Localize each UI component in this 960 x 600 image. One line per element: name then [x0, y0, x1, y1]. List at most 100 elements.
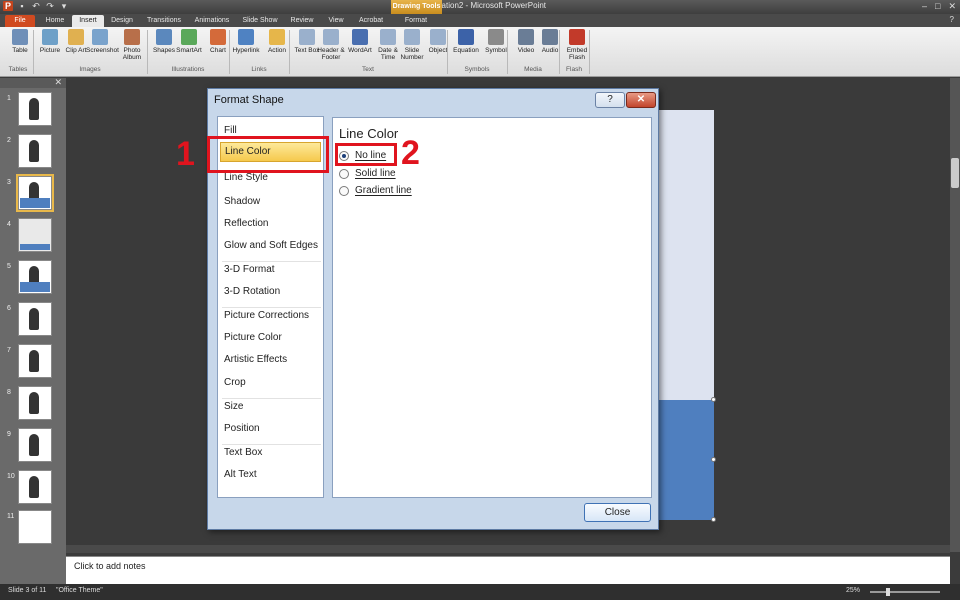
- close-window-icon[interactable]: ✕: [948, 1, 956, 12]
- slide-background[interactable]: [658, 110, 714, 400]
- category-3-d-format[interactable]: 3-D Format: [224, 264, 275, 275]
- help-icon[interactable]: ?: [950, 15, 954, 24]
- category-picture-color[interactable]: Picture Color: [224, 332, 282, 343]
- equation-icon: [458, 29, 474, 45]
- category-3-d-rotation[interactable]: 3-D Rotation: [224, 286, 280, 297]
- category-fill[interactable]: Fill: [224, 125, 237, 136]
- tab-animations[interactable]: Animations: [190, 15, 234, 27]
- video-icon: [518, 29, 534, 45]
- ribbon-group-text: Text: [362, 66, 374, 73]
- slide-thumbnail[interactable]: [18, 510, 52, 544]
- wordart-button[interactable]: WordArt: [346, 29, 374, 54]
- radio-solid-line[interactable]: Solid line: [339, 168, 396, 179]
- radio-button-icon[interactable]: [339, 185, 349, 196]
- tab-format[interactable]: Format: [398, 15, 434, 27]
- tab-design[interactable]: Design: [106, 15, 138, 27]
- header-footer-button[interactable]: Header & Footer: [317, 29, 345, 61]
- selected-shape[interactable]: [658, 400, 714, 520]
- resize-handle[interactable]: [711, 397, 716, 402]
- thumbnail-number: 11: [7, 513, 15, 520]
- tab-view[interactable]: View: [322, 15, 350, 27]
- zoom-slider[interactable]: [870, 591, 940, 593]
- ribbon-button-label: Clip Art: [65, 47, 87, 54]
- maximize-icon[interactable]: □: [935, 1, 940, 12]
- window-controls: – □ ✕: [922, 1, 956, 12]
- category-separator: [222, 444, 321, 445]
- tab-insert[interactable]: Insert: [72, 15, 104, 27]
- category-position[interactable]: Position: [224, 423, 260, 434]
- slide-thumbnail[interactable]: [18, 218, 52, 252]
- slide-thumbnail[interactable]: [18, 386, 52, 420]
- hyperlink-button[interactable]: Hyperlink: [232, 29, 260, 54]
- tab-transitions[interactable]: Transitions: [142, 15, 186, 27]
- smartart-button[interactable]: SmartArt: [175, 29, 203, 54]
- radio-label: Gradient line: [355, 185, 412, 196]
- slide-thumbnail[interactable]: [18, 134, 52, 168]
- minimize-icon[interactable]: –: [922, 1, 927, 12]
- close-button[interactable]: Close: [584, 503, 651, 522]
- thumbnail-picture: [29, 434, 39, 456]
- ribbon-button-label: Date & Time: [378, 47, 398, 61]
- slide-thumbnail[interactable]: [18, 428, 52, 462]
- tab-home[interactable]: Home: [40, 15, 70, 27]
- zoom-slider-knob[interactable]: [886, 588, 890, 596]
- ribbon-button-label: SmartArt: [176, 47, 202, 54]
- category-text-box[interactable]: Text Box: [224, 447, 262, 458]
- chart-button[interactable]: Chart: [204, 29, 232, 54]
- screenshot-button[interactable]: Screenshot: [86, 29, 119, 54]
- header-footer-icon: [323, 29, 339, 45]
- category-alt-text[interactable]: Alt Text: [224, 469, 257, 480]
- picture-button[interactable]: Picture: [36, 29, 64, 54]
- slide-thumbnail[interactable]: [16, 174, 54, 212]
- radio-button-icon[interactable]: [339, 168, 349, 179]
- slide-thumbnail[interactable]: [18, 92, 52, 126]
- slide-thumbnail[interactable]: [18, 344, 52, 378]
- category-picture-corrections[interactable]: Picture Corrections: [224, 310, 309, 321]
- category-shadow[interactable]: Shadow: [224, 196, 260, 207]
- ribbon-group-media: Media: [524, 66, 542, 73]
- tab-slide-show[interactable]: Slide Show: [238, 15, 282, 27]
- scroll-thumb[interactable]: [951, 158, 959, 188]
- zoom-level[interactable]: 25%: [846, 587, 860, 594]
- slide-thumbnail[interactable]: [18, 302, 52, 336]
- notes-pane[interactable]: Click to add notes: [66, 556, 950, 584]
- annotation-box-no-line: [335, 143, 397, 166]
- slide-thumbnail[interactable]: [18, 470, 52, 504]
- close-pane-icon[interactable]: ✕: [54, 77, 62, 88]
- tab-file[interactable]: File: [5, 15, 35, 27]
- category-line-style[interactable]: Line Style: [224, 172, 268, 183]
- action-button[interactable]: Action: [263, 29, 291, 54]
- thumbnail-number: 10: [7, 473, 15, 480]
- thumbnail-picture: [29, 392, 39, 414]
- vertical-scrollbar[interactable]: [950, 78, 960, 552]
- ribbon-button-label: Text Box: [294, 47, 320, 54]
- slide-number-button[interactable]: Slide Number: [398, 29, 426, 61]
- horizontal-scrollbar[interactable]: [66, 545, 950, 553]
- table-button[interactable]: Table: [6, 29, 34, 54]
- category-crop[interactable]: Crop: [224, 377, 246, 388]
- dialog-help-button[interactable]: ?: [595, 92, 625, 108]
- equation-button[interactable]: Equation: [452, 29, 480, 54]
- category-reflection[interactable]: Reflection: [224, 218, 268, 229]
- resize-handle[interactable]: [711, 457, 716, 462]
- shapes-button[interactable]: Shapes: [150, 29, 178, 54]
- thumbnail-shape: [20, 282, 50, 292]
- chart-icon: [210, 29, 226, 45]
- dialog-close-x-button[interactable]: ✕: [626, 92, 656, 108]
- ribbon-button-label: Slide Number: [400, 47, 424, 61]
- hyperlink-icon: [238, 29, 254, 45]
- tab-review[interactable]: Review: [286, 15, 318, 27]
- symbol-button[interactable]: Symbol: [482, 29, 510, 54]
- resize-handle[interactable]: [711, 517, 716, 522]
- embed-flash-button[interactable]: Embed Flash: [563, 29, 591, 61]
- ribbon-button-label: WordArt: [348, 47, 372, 54]
- tab-acrobat[interactable]: Acrobat: [354, 15, 388, 27]
- slide-thumbnail[interactable]: [18, 260, 52, 294]
- ribbon-button-label: Audio: [541, 47, 559, 54]
- radio-gradient-line[interactable]: Gradient line: [339, 185, 412, 196]
- category-artistic-effects[interactable]: Artistic Effects: [224, 354, 287, 365]
- photo-album-button[interactable]: Photo Album: [118, 29, 146, 61]
- embed-flash-icon: [569, 29, 585, 45]
- category-glow-and-soft-edges[interactable]: Glow and Soft Edges: [224, 240, 318, 251]
- category-size[interactable]: Size: [224, 401, 243, 412]
